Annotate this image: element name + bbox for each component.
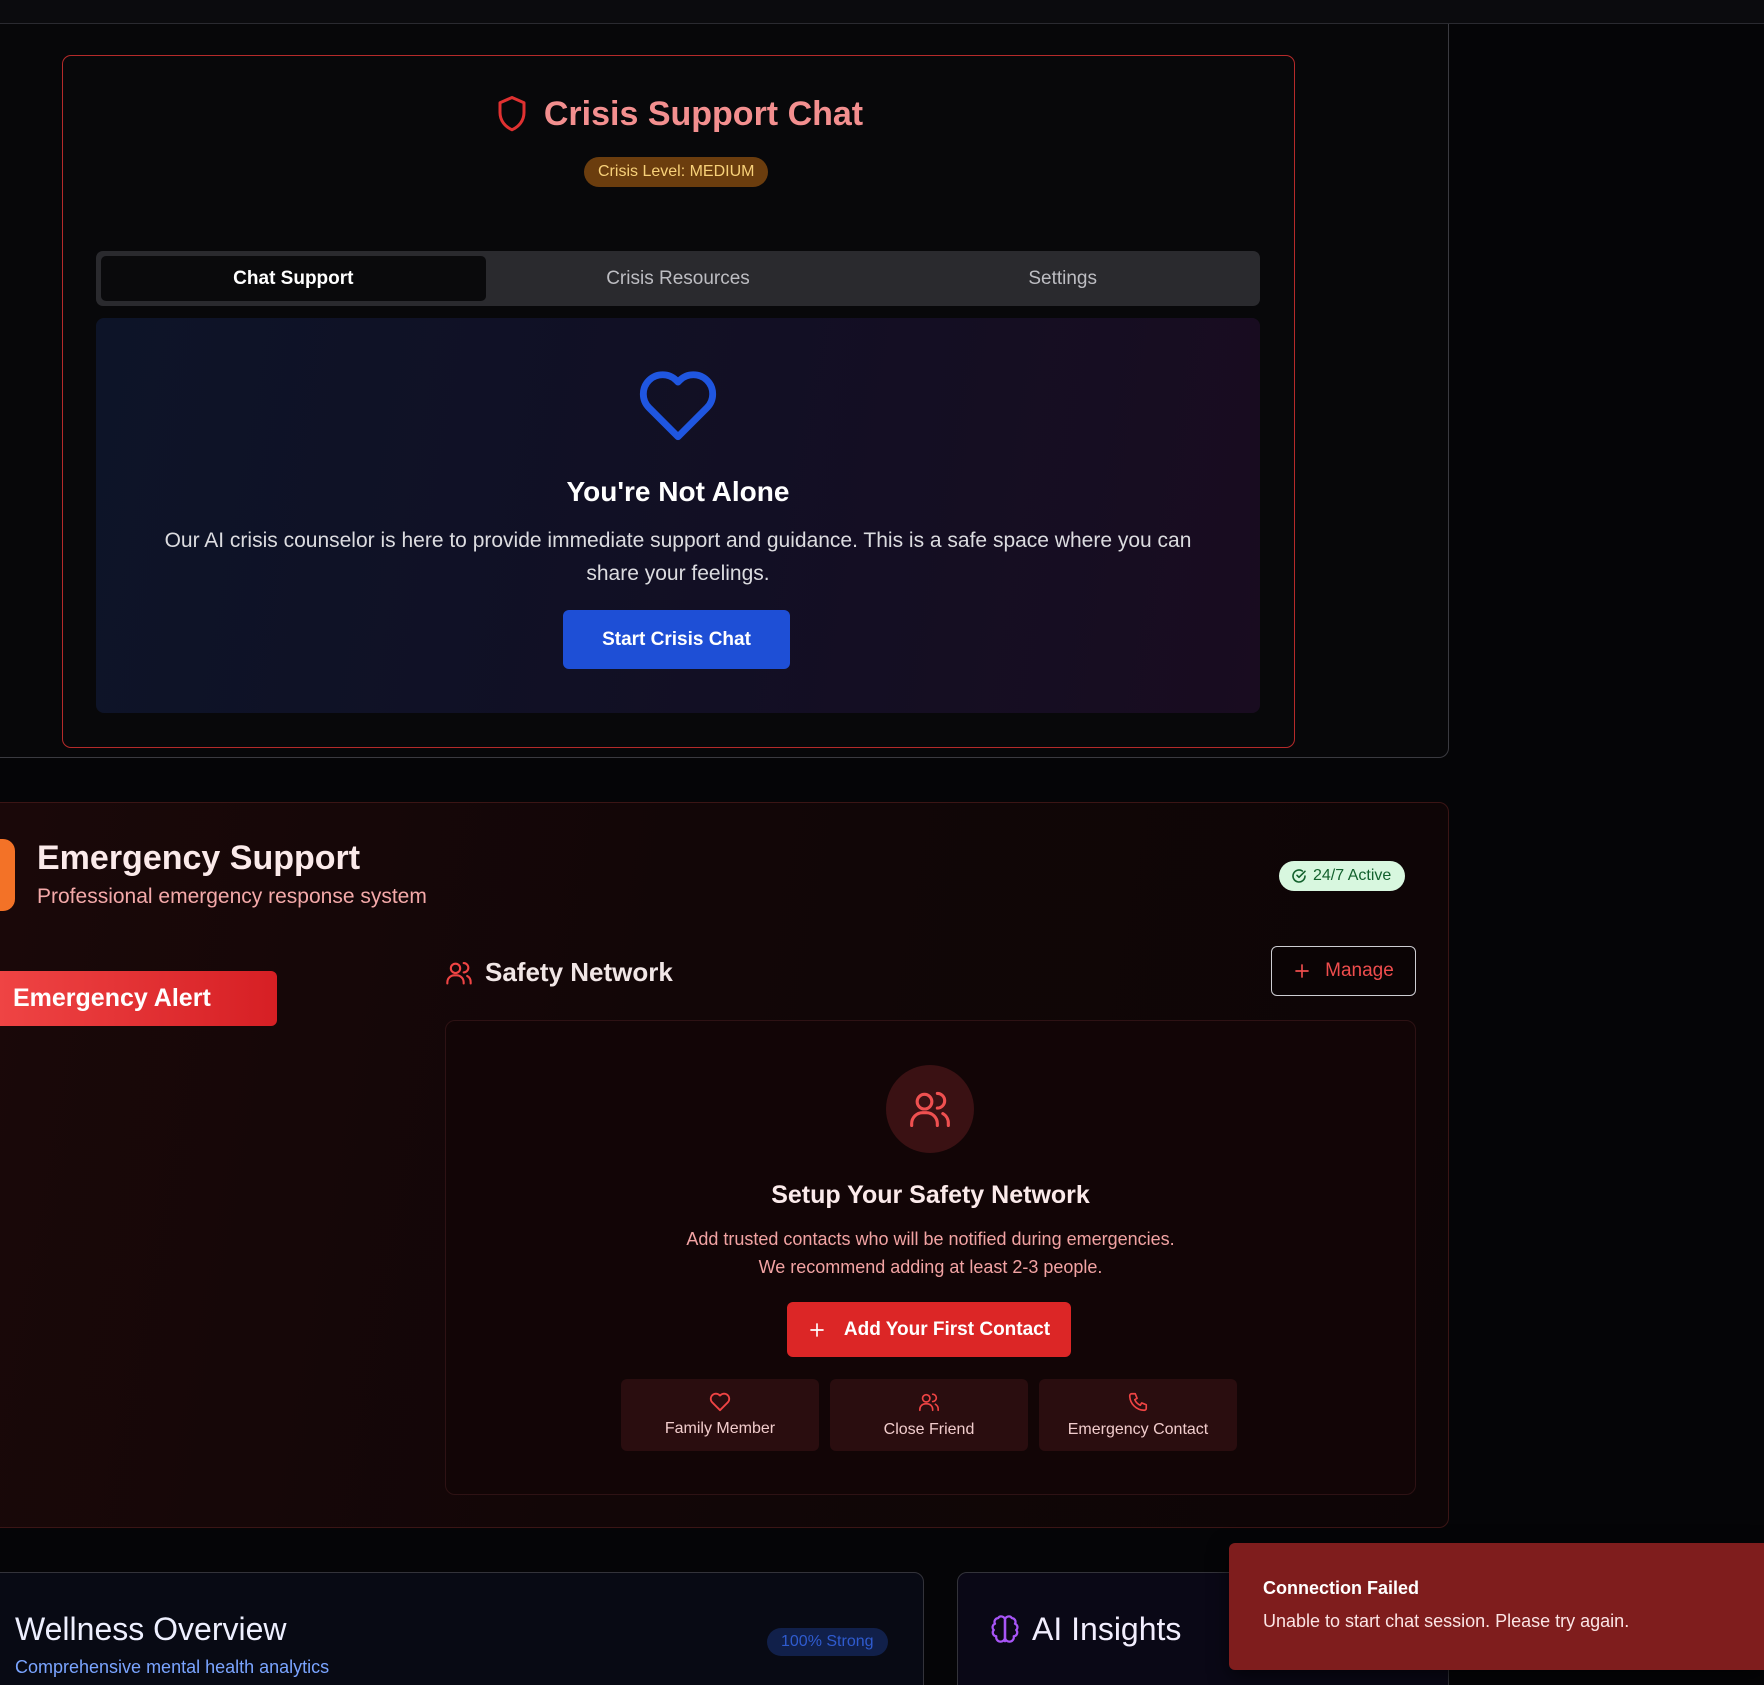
option-label: Emergency Contact	[1067, 1421, 1209, 1438]
option-family-member[interactable]: Family Member	[621, 1379, 819, 1451]
emergency-support-card: Emergency Support Professional emergency…	[0, 802, 1449, 1528]
option-label: Close Friend	[883, 1421, 975, 1438]
crisis-container: Crisis Support Chat Crisis Level: MEDIUM…	[0, 24, 1449, 758]
safety-network-panel: Setup Your Safety Network Add trusted co…	[445, 1020, 1416, 1495]
crisis-title: Crisis Support Chat	[543, 94, 864, 133]
status-badge: 24/7 Active	[1279, 861, 1406, 891]
add-first-contact-button[interactable]: Add Your First Contact	[787, 1302, 1071, 1357]
panel-title: You're Not Alone	[566, 476, 790, 507]
option-close-friend[interactable]: Close Friend	[830, 1379, 1028, 1451]
plus-icon	[1293, 962, 1311, 980]
emergency-title: Emergency Support	[37, 839, 361, 877]
ai-insights-title: AI Insights	[1032, 1611, 1182, 1647]
chat-support-panel: You're Not Alone Our AI crisis counselor…	[96, 318, 1260, 713]
shield-icon	[494, 94, 530, 134]
wellness-overview-card: Wellness Overview Comprehensive mental h…	[0, 1572, 924, 1685]
users-icon	[445, 959, 473, 987]
safety-network-header: Safety Network	[445, 957, 673, 988]
top-bar	[0, 0, 1764, 24]
users-icon	[918, 1391, 940, 1413]
panel-text: Our AI crisis counselor is here to provi…	[164, 529, 1192, 585]
crisis-tabs: Chat Support Crisis Resources Settings	[96, 251, 1260, 306]
heart-icon	[709, 1392, 731, 1412]
heart-icon	[637, 368, 719, 444]
add-contact-label: Add Your First Contact	[843, 1318, 1051, 1340]
emergency-alert-button[interactable]: Emergency Alert	[0, 971, 277, 1026]
manage-button[interactable]: Manage	[1271, 946, 1416, 996]
error-toast[interactable]: Connection Failed Unable to start chat s…	[1229, 1543, 1764, 1670]
start-crisis-chat-button[interactable]: Start Crisis Chat	[563, 610, 790, 669]
tab-settings[interactable]: Settings	[870, 256, 1255, 301]
emergency-accent-icon	[0, 839, 15, 911]
check-circle-icon	[1291, 868, 1307, 884]
wellness-title: Wellness Overview	[15, 1611, 287, 1647]
setup-text-line2: We recommend adding at least 2-3 people.	[758, 1257, 1103, 1277]
phone-icon	[1127, 1391, 1149, 1413]
crisis-level-badge: Crisis Level: MEDIUM	[584, 157, 769, 187]
crisis-header: Crisis Support Chat	[63, 94, 1294, 134]
toast-title: Connection Failed	[1263, 1578, 1420, 1598]
tab-chat-support[interactable]: Chat Support	[101, 256, 486, 301]
ai-insights-header: AI Insights	[990, 1611, 1181, 1648]
wellness-badge: 100% Strong	[767, 1628, 888, 1656]
contact-type-options: Family Member Close Friend Emergency Con…	[621, 1379, 1237, 1451]
crisis-support-card: Crisis Support Chat Crisis Level: MEDIUM…	[62, 55, 1295, 748]
manage-label: Manage	[1325, 960, 1394, 981]
toast-message: Unable to start chat session. Please try…	[1263, 1611, 1630, 1631]
setup-title: Setup Your Safety Network	[771, 1181, 1090, 1209]
emergency-subtitle: Professional emergency response system	[37, 885, 427, 908]
brain-icon	[990, 1614, 1020, 1645]
setup-text: Add trusted contacts who will be notifie…	[446, 1225, 1415, 1281]
users-icon	[908, 1087, 952, 1131]
option-label: Family Member	[664, 1420, 776, 1437]
plus-icon	[808, 1321, 826, 1339]
setup-text-line1: Add trusted contacts who will be notifie…	[686, 1229, 1175, 1249]
safety-network-title: Safety Network	[485, 957, 673, 987]
option-emergency-contact[interactable]: Emergency Contact	[1039, 1379, 1237, 1451]
tab-crisis-resources[interactable]: Crisis Resources	[486, 256, 871, 301]
status-badge-label: 24/7 Active	[1313, 867, 1392, 884]
users-icon-circle	[886, 1065, 974, 1153]
wellness-subtitle: Comprehensive mental health analytics	[15, 1657, 330, 1677]
